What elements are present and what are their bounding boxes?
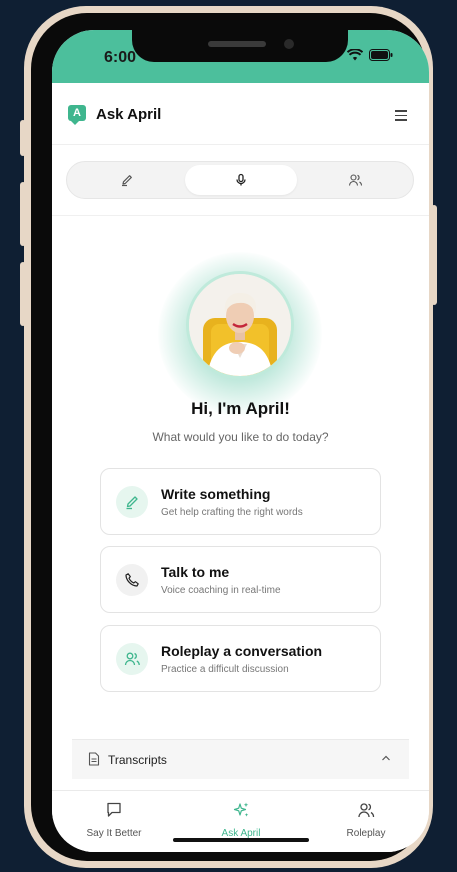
mute-switch bbox=[20, 120, 26, 156]
sparkles-icon bbox=[233, 802, 249, 817]
card-icon-container bbox=[116, 564, 148, 596]
pencil-icon bbox=[122, 175, 132, 187]
tab-say-it-better[interactable]: Say It Better bbox=[64, 801, 164, 839]
status-bar: 6:00 bbox=[52, 30, 429, 83]
pencil-icon bbox=[126, 496, 138, 510]
app-title: Ask April bbox=[96, 106, 162, 123]
card-title: Write something bbox=[161, 486, 271, 502]
status-time: 6:00 bbox=[104, 49, 137, 66]
tab-label: Say It Better bbox=[86, 828, 142, 839]
mode-switcher bbox=[66, 161, 414, 199]
menu-icon[interactable] bbox=[395, 110, 407, 124]
volume-up-button bbox=[20, 182, 26, 246]
wifi-icon bbox=[347, 49, 363, 61]
phone-icon bbox=[125, 573, 139, 587]
header-divider bbox=[52, 215, 429, 216]
card-description: Practice a difficult discussion bbox=[161, 664, 289, 675]
action-card-roleplay[interactable]: Roleplay a conversation Practice a diffi… bbox=[100, 625, 381, 692]
transcripts-label: Transcripts bbox=[108, 753, 167, 767]
card-title: Roleplay a conversation bbox=[161, 643, 323, 659]
speaker bbox=[208, 41, 266, 47]
users-icon bbox=[348, 174, 362, 186]
battery-icon bbox=[369, 49, 393, 61]
card-icon-container bbox=[116, 643, 148, 675]
april-portrait-image bbox=[189, 274, 291, 376]
volume-down-button bbox=[20, 262, 26, 326]
mode-voice-tab[interactable] bbox=[185, 165, 297, 195]
card-description: Voice coaching in real-time bbox=[161, 585, 281, 596]
bottom-tab-bar: Say It Better Ask April Roleplay bbox=[52, 790, 429, 852]
chevron-up-icon[interactable] bbox=[381, 754, 391, 762]
notch bbox=[132, 30, 348, 62]
mode-write-tab[interactable] bbox=[71, 165, 183, 195]
tab-ask-april[interactable]: Ask April bbox=[191, 801, 291, 839]
app-screen: 6:00 A Ask April Hi, I'm April! What wou… bbox=[52, 30, 429, 852]
card-description: Get help crafting the right words bbox=[161, 507, 303, 518]
action-card-write[interactable]: Write something Get help crafting the ri… bbox=[100, 468, 381, 535]
users-icon bbox=[124, 652, 140, 666]
chat-bubble-icon bbox=[107, 802, 121, 817]
april-avatar bbox=[186, 271, 294, 379]
greeting-subtitle: What would you like to do today? bbox=[152, 430, 329, 444]
april-logo-icon: A bbox=[68, 105, 86, 125]
front-camera bbox=[284, 39, 294, 49]
microphone-icon bbox=[236, 173, 246, 186]
mode-roleplay-tab[interactable] bbox=[299, 165, 411, 195]
action-card-talk[interactable]: Talk to me Voice coaching in real-time bbox=[100, 546, 381, 613]
tab-roleplay[interactable]: Roleplay bbox=[316, 801, 416, 839]
app-header: A Ask April bbox=[52, 83, 429, 145]
power-button bbox=[431, 205, 437, 305]
home-indicator bbox=[173, 838, 309, 842]
tab-label: Roleplay bbox=[346, 828, 386, 839]
card-icon-container bbox=[116, 486, 148, 518]
users-icon bbox=[358, 803, 375, 818]
card-title: Talk to me bbox=[161, 564, 230, 580]
document-icon bbox=[88, 752, 100, 766]
transcripts-panel[interactable]: Transcripts bbox=[72, 739, 409, 779]
status-icons bbox=[347, 49, 393, 61]
greeting-heading: Hi, I'm April! bbox=[191, 399, 290, 418]
